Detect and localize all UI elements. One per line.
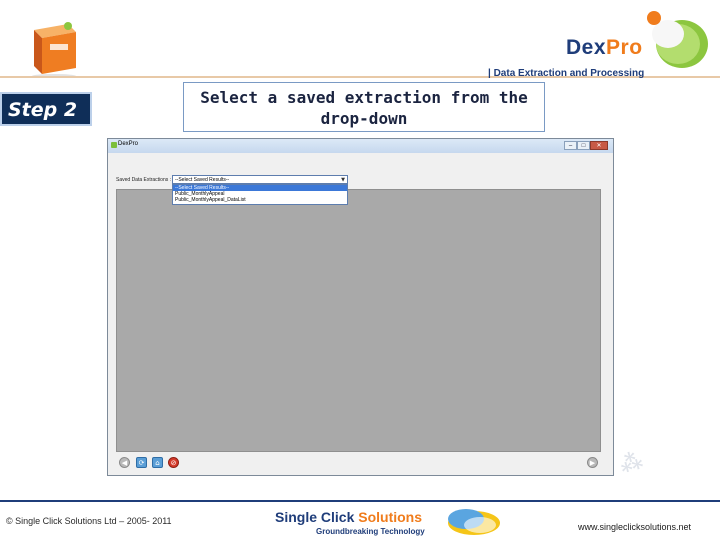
home-icon[interactable]: ⌂ bbox=[152, 457, 163, 468]
step-label-box: Step 2 bbox=[0, 92, 92, 126]
logo-pro-text: Pro bbox=[606, 36, 643, 59]
background-decoration: ⁂ bbox=[617, 447, 646, 479]
forward-icon[interactable]: ▶ bbox=[587, 457, 598, 468]
company-name: Single Click Solutions bbox=[275, 509, 422, 525]
maximize-button[interactable]: □ bbox=[577, 141, 590, 150]
app-window: DexPro – □ ✕ Saved Data Extractions : --… bbox=[107, 138, 614, 476]
step-label: Step 2 bbox=[8, 99, 78, 121]
logo-text: DexPro bbox=[566, 36, 643, 60]
logo-swoosh-icon bbox=[647, 11, 708, 68]
company-name-solutions: Solutions bbox=[358, 509, 423, 525]
close-button[interactable]: ✕ bbox=[590, 141, 608, 150]
stop-icon[interactable]: ⊘ bbox=[168, 457, 179, 468]
company-logo-icon bbox=[448, 509, 500, 535]
dropdown-option-public-monthlyappeal-datalist[interactable]: Public_MonthlyAppeal_DataList bbox=[173, 197, 347, 203]
refresh-icon[interactable]: ⟳ bbox=[136, 457, 147, 468]
results-area bbox=[116, 189, 601, 452]
minimize-button[interactable]: – bbox=[564, 141, 577, 150]
dropdown-selected-value: --Select Saved Results-- bbox=[175, 177, 230, 183]
saved-extractions-dropdown[interactable]: --Select Saved Results-- ▼ bbox=[172, 175, 348, 184]
company-name-single-click: Single Click bbox=[275, 509, 355, 525]
back-icon[interactable]: ◀ bbox=[119, 457, 130, 468]
app-icon bbox=[111, 142, 117, 148]
tagline: | Data Extraction and Processing bbox=[488, 68, 645, 79]
instruction-text: Select a saved extraction from the drop-… bbox=[183, 82, 545, 132]
company-slogan: Groundbreaking Technology bbox=[316, 527, 425, 536]
product-box-image bbox=[32, 22, 76, 78]
copyright-text: © Single Click Solutions Ltd – 2005- 201… bbox=[6, 516, 172, 526]
chevron-down-icon[interactable]: ▼ bbox=[341, 177, 345, 183]
logo-dex-text: Dex bbox=[566, 36, 607, 59]
saved-extractions-label: Saved Data Extractions : bbox=[116, 177, 172, 183]
window-title: DexPro bbox=[118, 141, 139, 147]
window-titlebar: DexPro – □ ✕ bbox=[108, 139, 613, 153]
dropdown-options-list: --Select Saved Results-- Public_MonthlyA… bbox=[172, 184, 348, 205]
website-link[interactable]: www.singleclicksolutions.net bbox=[578, 522, 691, 532]
footer-rule bbox=[0, 500, 720, 502]
